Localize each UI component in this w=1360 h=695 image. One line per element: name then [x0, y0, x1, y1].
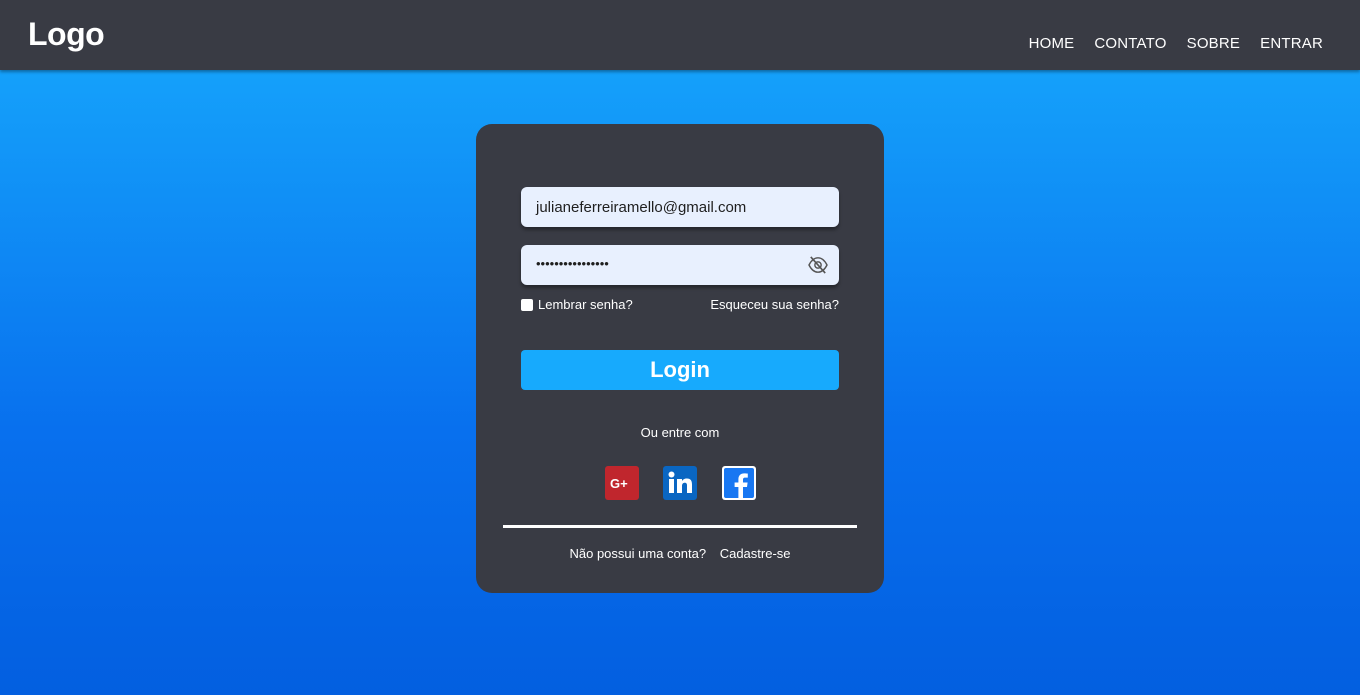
facebook-icon[interactable] [722, 466, 756, 500]
divider [503, 525, 857, 528]
google-plus-icon[interactable]: G+ [605, 466, 639, 500]
password-value: •••••••••••••••• [536, 255, 609, 271]
password-field[interactable]: •••••••••••••••• [521, 245, 839, 285]
linkedin-icon[interactable] [663, 466, 697, 500]
logo[interactable]: Logo [28, 16, 105, 53]
nav-entrar[interactable]: ENTRAR [1260, 35, 1323, 52]
login-card: julianeferreiramello@gmail.com •••••••••… [476, 124, 884, 593]
nav-contato[interactable]: CONTATO [1094, 35, 1166, 52]
email-field[interactable]: julianeferreiramello@gmail.com [521, 187, 839, 227]
top-navbar: Logo HOME CONTATO SOBRE ENTRAR [0, 0, 1360, 70]
forgot-password-link[interactable]: Esqueceu sua senha? [710, 297, 839, 312]
signup-row: Não possui uma conta? Cadastre-se [476, 546, 884, 561]
nav-home[interactable]: HOME [1029, 35, 1075, 52]
or-login-with-text: Ou entre com [640, 425, 720, 440]
eye-slash-icon[interactable] [807, 256, 829, 274]
signup-prompt: Não possui uma conta? [569, 546, 707, 561]
remember-password[interactable]: Lembrar senha? [521, 297, 633, 312]
nav-sobre[interactable]: SOBRE [1187, 35, 1241, 52]
remember-checkbox[interactable] [521, 298, 533, 311]
svg-text:G+: G+ [610, 476, 628, 491]
main-nav: HOME CONTATO SOBRE ENTRAR [1029, 35, 1323, 52]
email-value: julianeferreiramello@gmail.com [536, 198, 747, 216]
remember-label: Lembrar senha? [538, 297, 633, 312]
signup-link[interactable]: Cadastre-se [720, 546, 791, 561]
login-button[interactable]: Login [521, 350, 839, 390]
